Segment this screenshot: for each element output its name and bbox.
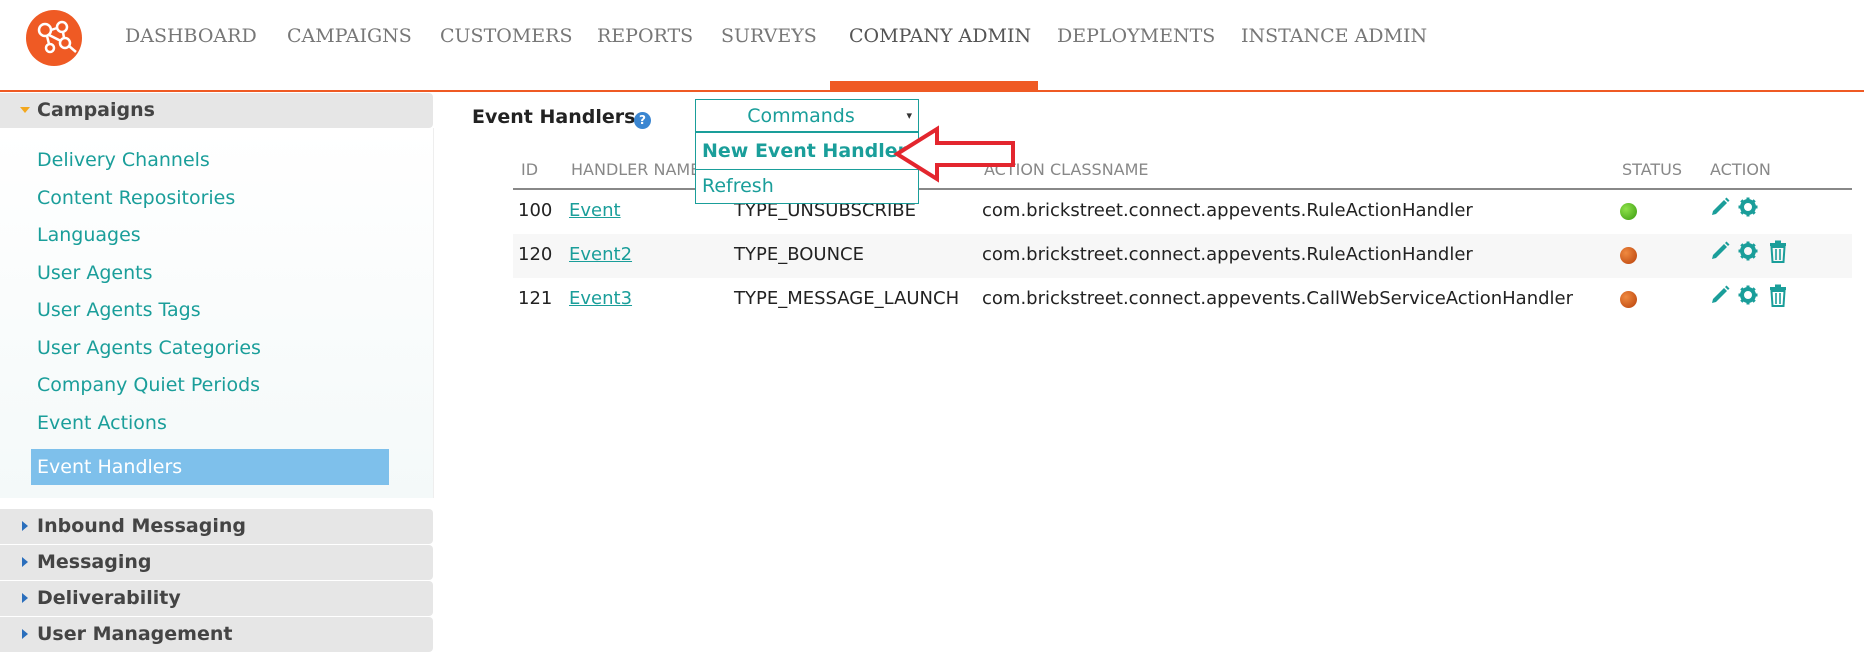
- delete-trash-icon[interactable]: [1767, 284, 1789, 308]
- cell-type: TYPE_MESSAGE_LAUNCH: [734, 288, 960, 309]
- menu-item-refresh[interactable]: Refresh: [702, 175, 774, 197]
- trash-icon: [1770, 284, 1786, 307]
- app-logo[interactable]: [26, 10, 82, 66]
- sidebar-section-deliverability[interactable]: Deliverability: [0, 581, 433, 616]
- settings-gear-icon[interactable]: [1737, 196, 1759, 220]
- table-row: 121 Event3 TYPE_MESSAGE_LAUNCH com.brick…: [513, 278, 1852, 322]
- nav-deployments[interactable]: DEPLOYMENTS: [1057, 25, 1215, 47]
- sidebar-section-label: Messaging: [37, 551, 152, 573]
- sidebar-item-event-actions[interactable]: Event Actions: [37, 412, 167, 434]
- edit-pencil-icon[interactable]: [1709, 240, 1731, 264]
- column-header-action: ACTION: [1710, 160, 1771, 179]
- gear-icon: [1738, 197, 1758, 217]
- status-inactive-icon: [1620, 291, 1637, 308]
- menu-divider: [696, 169, 918, 170]
- nav-company-admin[interactable]: COMPANY ADMIN: [849, 25, 1031, 47]
- top-navigation-bar: DASHBOARD CAMPAIGNS CUSTOMERS REPORTS SU…: [0, 0, 1864, 92]
- nav-instance-admin[interactable]: INSTANCE ADMIN: [1241, 25, 1427, 47]
- active-tab-indicator: [830, 81, 1038, 90]
- cell-classname: com.brickstreet.connect.appevents.CallWe…: [982, 288, 1574, 309]
- settings-gear-icon[interactable]: [1737, 240, 1759, 264]
- sidebar-item-user-agents-categories[interactable]: User Agents Categories: [37, 337, 261, 359]
- gear-icon: [1738, 285, 1758, 305]
- collapsed-triangle-icon: [22, 593, 28, 603]
- edit-pencil-icon[interactable]: [1709, 284, 1731, 308]
- expanded-triangle-icon: [20, 107, 30, 113]
- nav-campaigns[interactable]: CAMPAIGNS: [287, 25, 412, 47]
- sidebar-item-languages[interactable]: Languages: [37, 224, 141, 246]
- delete-trash-icon[interactable]: [1767, 240, 1789, 264]
- menu-item-new-event-handler[interactable]: New Event Handler: [702, 140, 907, 162]
- column-header-handler-name: HANDLER NAME: [571, 160, 701, 179]
- sidebar-item-event-handlers[interactable]: Event Handlers: [31, 449, 389, 485]
- gear-icon: [1738, 241, 1758, 261]
- edit-pencil-icon[interactable]: [1709, 196, 1731, 220]
- sidebar-item-delivery-channels[interactable]: Delivery Channels: [37, 149, 210, 171]
- cell-handler-name-link[interactable]: Event3: [569, 288, 632, 309]
- table-row: 120 Event2 TYPE_BOUNCE com.brickstreet.c…: [513, 234, 1852, 278]
- page-title: Event Handlers: [472, 106, 636, 128]
- sidebar-section-label: Campaigns: [37, 99, 155, 121]
- dropdown-caret-icon: ▾: [906, 109, 912, 122]
- network-logo-icon: [37, 20, 77, 54]
- nav-customers[interactable]: CUSTOMERS: [440, 25, 572, 47]
- sidebar-section-campaigns[interactable]: Campaigns: [0, 93, 433, 128]
- edit-pencil-icon-graphic: [1712, 241, 1730, 259]
- sidebar-section-messaging[interactable]: Messaging: [0, 545, 433, 580]
- cell-handler-name-link[interactable]: Event: [569, 200, 621, 221]
- sidebar-section-label: User Management: [37, 623, 233, 645]
- cell-type: TYPE_BOUNCE: [734, 244, 864, 265]
- nav-surveys[interactable]: SURVEYS: [721, 25, 817, 47]
- cell-id: 120: [518, 244, 553, 265]
- nav-reports[interactable]: REPORTS: [597, 25, 693, 47]
- callout-arrow-icon: [893, 125, 1015, 183]
- cell-id: 100: [518, 200, 553, 221]
- sidebar-item-user-agents[interactable]: User Agents: [37, 262, 152, 284]
- settings-gear-icon[interactable]: [1737, 284, 1759, 308]
- sidebar-section-label: Inbound Messaging: [37, 515, 246, 537]
- edit-pencil-icon-graphic: [1712, 197, 1730, 215]
- collapsed-triangle-icon: [22, 521, 28, 531]
- commands-dropdown[interactable]: Commands ▾: [695, 99, 919, 132]
- column-header-status: STATUS: [1622, 160, 1683, 179]
- nav-dashboard[interactable]: DASHBOARD: [125, 25, 257, 47]
- collapsed-triangle-icon: [22, 557, 28, 567]
- help-info-icon[interactable]: ?: [634, 112, 651, 129]
- cell-handler-name-link[interactable]: Event2: [569, 244, 632, 265]
- status-active-icon: [1620, 203, 1637, 220]
- cell-id: 121: [518, 288, 553, 309]
- status-inactive-icon: [1620, 247, 1637, 264]
- sidebar-section-user-management[interactable]: User Management: [0, 617, 433, 652]
- trash-icon: [1770, 240, 1786, 263]
- commands-dropdown-label: Commands: [747, 105, 855, 127]
- cell-classname: com.brickstreet.connect.appevents.RuleAc…: [982, 244, 1473, 265]
- column-header-id: ID: [521, 160, 539, 179]
- campaigns-subpanel: Delivery Channels Content Repositories L…: [0, 128, 434, 498]
- sidebar-section-inbound-messaging[interactable]: Inbound Messaging: [0, 509, 433, 544]
- sidebar-item-user-agents-tags[interactable]: User Agents Tags: [37, 299, 201, 321]
- edit-pencil-icon-graphic: [1712, 285, 1730, 303]
- sidebar-section-label: Deliverability: [37, 587, 181, 609]
- sidebar-item-content-repositories[interactable]: Content Repositories: [37, 187, 235, 209]
- collapsed-triangle-icon: [22, 629, 28, 639]
- sidebar-item-company-quiet-periods[interactable]: Company Quiet Periods: [37, 374, 260, 396]
- cell-classname: com.brickstreet.connect.appevents.RuleAc…: [982, 200, 1473, 221]
- commands-menu: New Event Handler Refresh: [695, 132, 919, 204]
